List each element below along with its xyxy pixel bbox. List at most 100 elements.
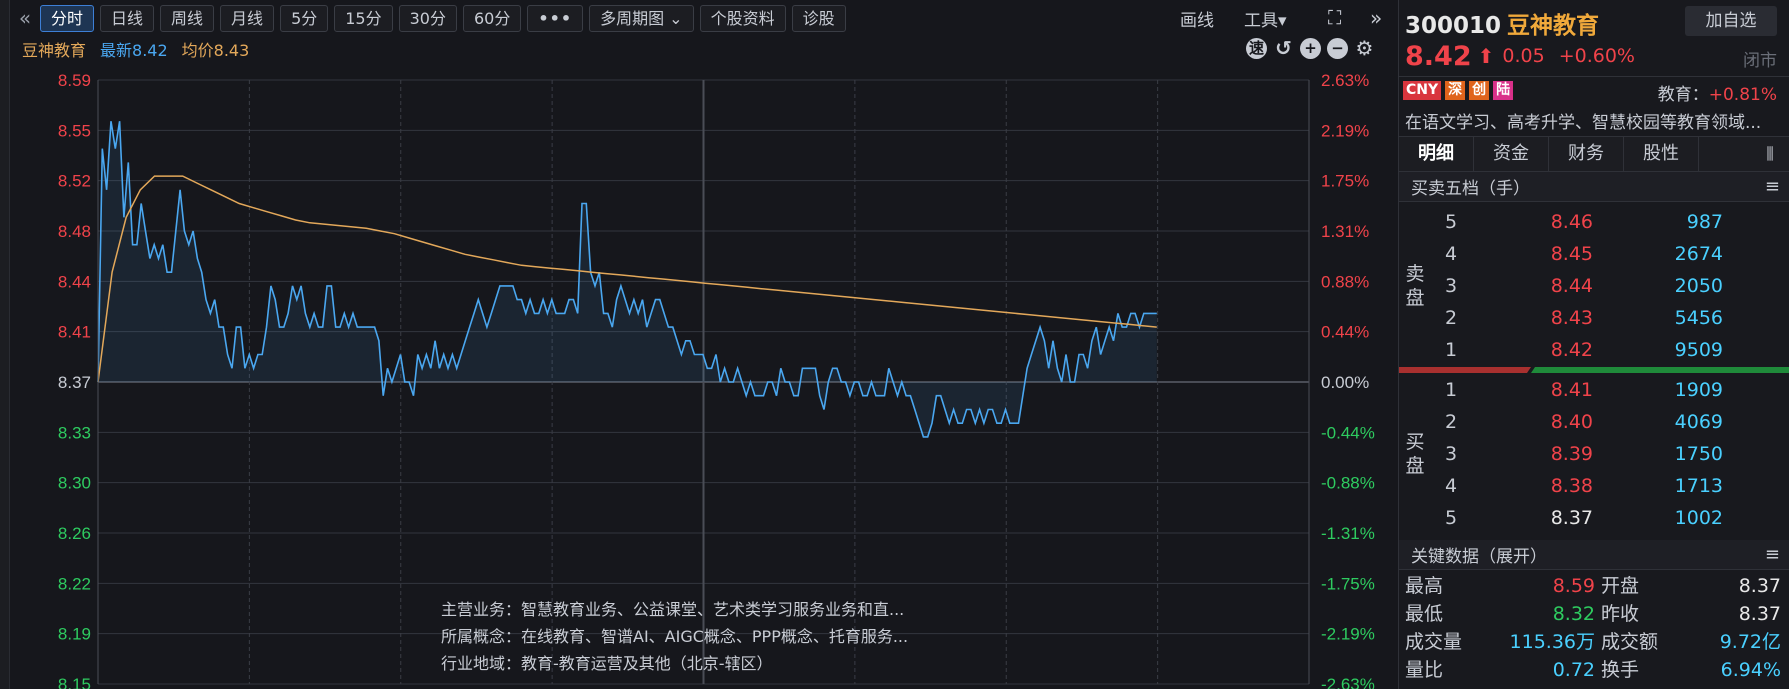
level-price: 8.40 — [1550, 411, 1593, 433]
sell-level-row[interactable]: 3 8.44 2050 — [1433, 270, 1783, 302]
y-tick-label-right: -1.31% — [1321, 524, 1375, 543]
tab-list: 明细 资金 财务 股性 — [1399, 137, 1699, 171]
key-data-row: 量比 0.72 换手 6.94% — [1405, 656, 1785, 684]
level-price: 8.45 — [1550, 243, 1593, 265]
buy-level-row[interactable]: 2 8.40 4069 — [1433, 406, 1783, 438]
industry-label: 教育： — [1657, 85, 1709, 105]
orderbook-header: 买卖五档（手） ≡ — [1399, 172, 1789, 202]
menu-icon[interactable]: ≡ — [1765, 544, 1780, 565]
key-data-row: 成交量 115.36万 成交额 9.72亿 — [1405, 628, 1785, 656]
level-volume: 1713 — [1674, 475, 1723, 497]
price-change: 0.05 — [1502, 45, 1545, 67]
y-tick-label-left: 8.37 — [58, 373, 91, 392]
industry-region-text: 行业地域：教育-教育运营及其他（北京-辖区） — [441, 654, 773, 673]
industry-change[interactable]: 教育：+0.81% — [1658, 80, 1777, 105]
divider — [1399, 76, 1789, 77]
tab-0[interactable]: 明细 — [1399, 137, 1474, 171]
stock-tag: 创 — [1469, 81, 1490, 100]
tab-2[interactable]: 财务 — [1549, 137, 1624, 171]
level-price: 8.37 — [1550, 507, 1593, 529]
level-price: 8.46 — [1550, 211, 1593, 233]
buy-level-row[interactable]: 1 8.41 1909 — [1433, 374, 1783, 406]
price-change-pct: +0.60% — [1558, 45, 1635, 67]
key-data-k1: 最低 — [1405, 603, 1444, 625]
level-volume: 987 — [1686, 211, 1723, 233]
tab-3[interactable]: 股性 — [1624, 137, 1699, 171]
y-tick-label-left: 8.19 — [58, 625, 91, 644]
y-tick-label-right: -2.19% — [1321, 625, 1375, 644]
y-tick-label-right: -0.88% — [1321, 474, 1375, 493]
y-tick-label-right: 1.31% — [1321, 222, 1369, 241]
tab-1[interactable]: 资金 — [1474, 137, 1549, 171]
quote-panel: 300010 豆神教育 加自选 8.42 ⬆ 0.05 +0.60% 闭市 CNY… — [1398, 0, 1789, 689]
level-volume: 1750 — [1674, 443, 1723, 465]
key-data-v2: 9.72亿 — [1719, 631, 1781, 653]
key-data-v2: 8.37 — [1738, 575, 1781, 597]
y-tick-label-right: 0.88% — [1321, 272, 1369, 291]
level-number: 5 — [1445, 211, 1458, 233]
level-volume: 2050 — [1674, 275, 1723, 297]
key-data-header[interactable]: 关键数据（展开） ≡ — [1399, 540, 1789, 570]
y-tick-label-left: 8.22 — [58, 574, 91, 593]
add-watchlist-button[interactable]: 加自选 — [1685, 6, 1777, 36]
level-number: 4 — [1445, 243, 1458, 265]
key-data-title: 关键数据（展开） — [1411, 547, 1547, 567]
y-tick-label-right: 0.00% — [1321, 373, 1369, 392]
level-volume: 1002 — [1674, 507, 1723, 529]
level-volume: 9509 — [1674, 339, 1723, 361]
level-number: 3 — [1445, 443, 1458, 465]
y-tick-label-left: 8.26 — [58, 524, 91, 543]
sell-level-row[interactable]: 5 8.46 987 — [1433, 206, 1783, 238]
price-area — [98, 121, 1157, 437]
stock-info-overlay: 主营业务：智慧教育业务、公益课堂、艺术类学习服务业务和直... 所属概念：在线教… — [441, 596, 908, 677]
key-data-k2: 成交额 — [1601, 631, 1659, 653]
level-number: 2 — [1445, 307, 1458, 329]
y-tick-label-right: 2.19% — [1321, 121, 1369, 140]
stock-description[interactable]: 在语文学习、高考升学、智慧校园等教育领域... — [1405, 108, 1783, 133]
level-volume: 4069 — [1674, 411, 1723, 433]
concepts-text: 所属概念：在线教育、智谱AI、AIGC概念、PPP概念、托育服务... — [441, 627, 909, 646]
sell-level-row[interactable]: 2 8.43 5456 — [1433, 302, 1783, 334]
stock-title: 300010 豆神教育 — [1405, 6, 1599, 40]
y-tick-label-right: -1.75% — [1321, 574, 1375, 593]
key-data-v2: 6.94% — [1720, 659, 1781, 681]
sell-level-row[interactable]: 4 8.45 2674 — [1433, 238, 1783, 270]
y-tick-label-left: 8.55 — [58, 121, 91, 140]
level-number: 4 — [1445, 475, 1458, 497]
key-data-v2: 8.37 — [1738, 603, 1781, 625]
key-data-row: 最高 8.59 开盘 8.37 — [1405, 572, 1785, 600]
buy-level-row[interactable]: 3 8.39 1750 — [1433, 438, 1783, 470]
key-data-v1: 8.59 — [1552, 575, 1595, 597]
key-data-v1: 0.72 — [1552, 659, 1595, 681]
stock-code: 300010 — [1405, 13, 1502, 39]
level-volume: 2674 — [1674, 243, 1723, 265]
main-business-text: 主营业务：智慧教育业务、公益课堂、艺术类学习服务业务和直... — [441, 600, 905, 619]
up-arrow-icon: ⬆ — [1477, 44, 1495, 68]
key-data-k1: 成交量 — [1405, 631, 1463, 653]
intraday-chart[interactable]: 8.59 2.63% 8.55 2.19% 8.52 1.75% 8.48 1.31% 8.44… — [0, 0, 1398, 689]
y-tick-label-left: 8.15 — [58, 675, 91, 689]
bid-ask-ratio-bar — [1399, 367, 1789, 373]
menu-icon[interactable]: ≡ — [1765, 176, 1780, 197]
stock-name: 豆神教育 — [1507, 13, 1600, 39]
stock-tag: 陆 — [1493, 81, 1514, 100]
y-tick-label-left: 8.44 — [58, 272, 91, 291]
buy-level-row[interactable]: 4 8.38 1713 — [1433, 470, 1783, 502]
level-price: 8.38 — [1550, 475, 1593, 497]
key-data-v1: 115.36万 — [1509, 631, 1595, 653]
y-tick-label-left: 8.52 — [58, 172, 91, 191]
level-number: 2 — [1445, 411, 1458, 433]
y-tick-label-right: -0.44% — [1321, 423, 1375, 442]
split-icon[interactable]: ⫼ — [1750, 137, 1789, 171]
level-volume: 5456 — [1674, 307, 1723, 329]
level-price: 8.42 — [1550, 339, 1593, 361]
price-line: 8.42 ⬆ 0.05 +0.60% — [1405, 40, 1649, 72]
stock-tag: CNY — [1403, 81, 1442, 100]
detail-tabs: 明细 资金 财务 股性 ⫼ — [1399, 136, 1789, 172]
sell-level-row[interactable]: 1 8.42 9509 — [1433, 334, 1783, 366]
market-status: 闭市 — [1743, 51, 1777, 71]
buy-level-row[interactable]: 5 8.37 1002 — [1433, 502, 1783, 534]
key-data-k1: 最高 — [1405, 575, 1444, 597]
key-data-k1: 量比 — [1405, 659, 1444, 681]
stock-tag: 深 — [1445, 81, 1466, 100]
